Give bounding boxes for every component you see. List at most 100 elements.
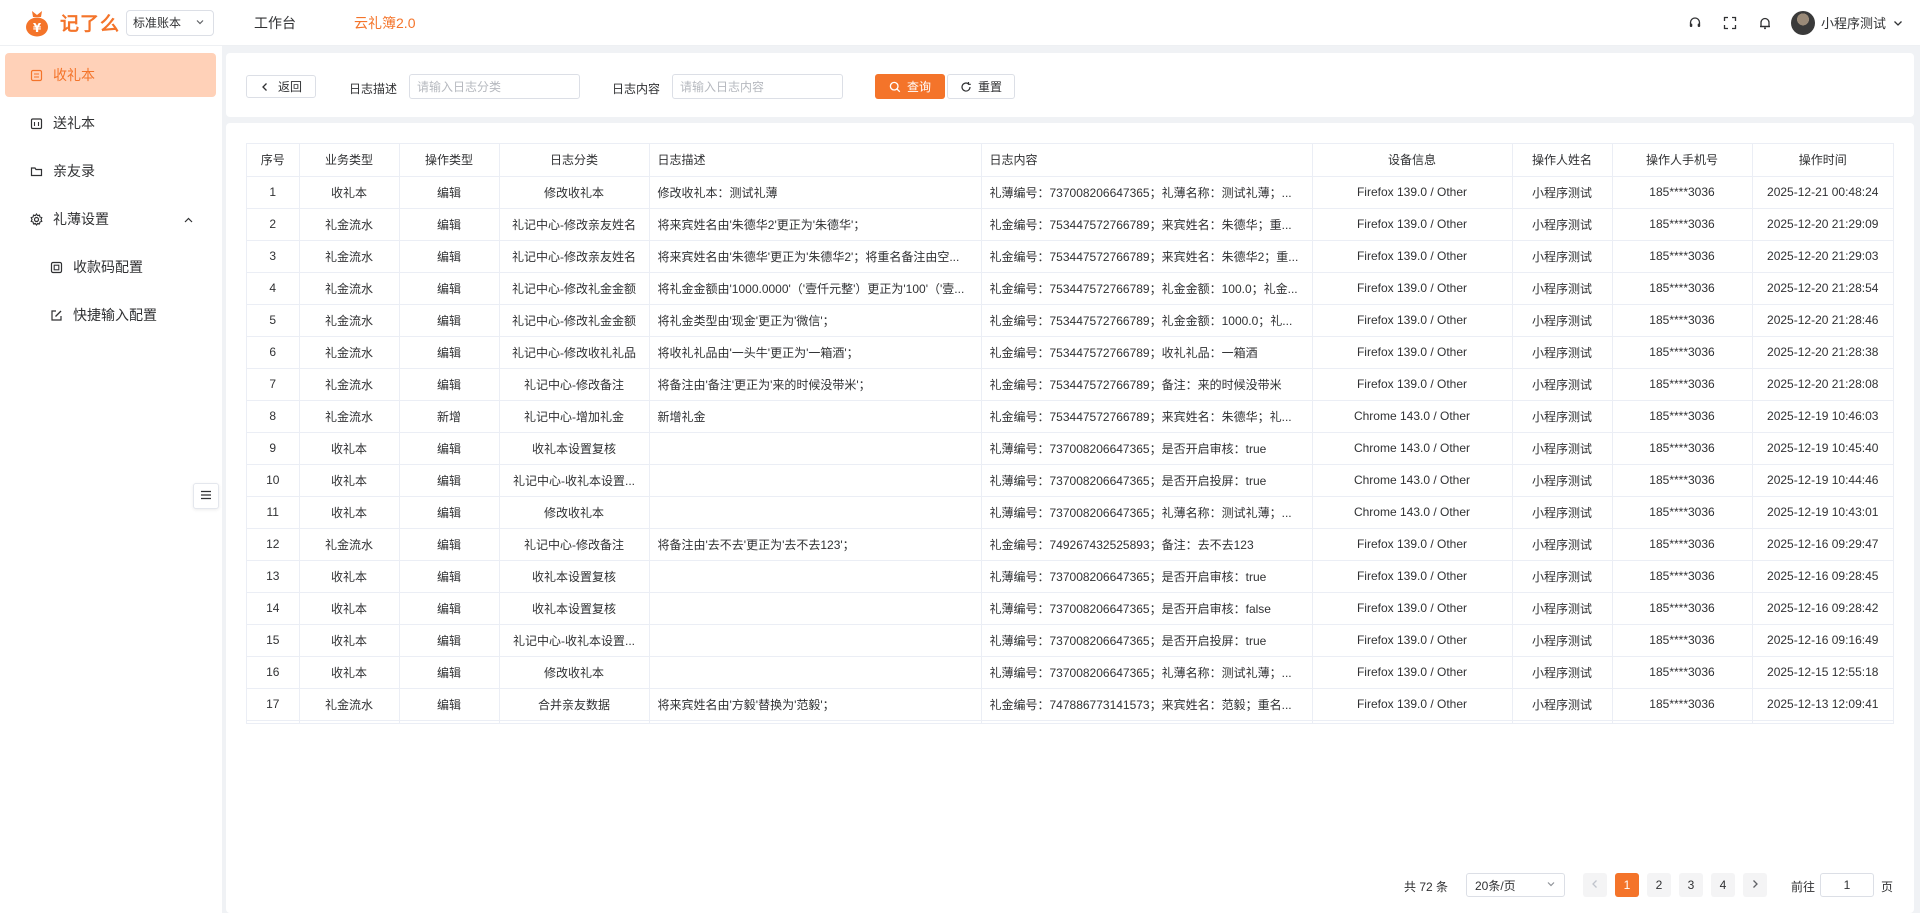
ledger-select[interactable]: 标准账本 [126, 9, 215, 36]
col-business-type-cell: 收礼本 [299, 624, 400, 657]
col-device-cell: Chrome 143.0 / Other [1312, 496, 1513, 529]
col-operator-name-cell: 小程序测试 [1512, 400, 1613, 433]
col-device-cell: Firefox 139.0 / Other [1312, 720, 1513, 723]
col-log-desc-cell [649, 464, 982, 497]
bell-icon[interactable] [1757, 15, 1773, 31]
table-row: 9 收礼本 编辑 收礼本设置复核 礼薄编号：737008206647365；是否开启审核… [247, 432, 1893, 465]
col-op-time-cell: 2025-12-20 21:28:46 [1752, 304, 1893, 337]
col-business-type-cell: 收礼本 [299, 176, 400, 209]
col-log-category-cell: 修改收礼本 [499, 656, 650, 689]
col-log-content-cell: 礼金编号：747886773141573；来宾姓名：范毅；重名... [981, 688, 1313, 721]
col-log-category-cell: 收礼本设置复核 [499, 432, 650, 465]
goto-label: 前往 [1791, 880, 1816, 894]
header-col-device: 设备信息 [1312, 144, 1513, 177]
back-button[interactable]: 返回 [246, 75, 316, 98]
ledger-select-value: 标准账本 [133, 16, 182, 30]
user-name[interactable]: 小程序测试 [1821, 13, 1886, 32]
page-button-2[interactable]: 2 [1647, 873, 1671, 897]
sidebar-item-gift-receive[interactable]: 收礼本 [5, 53, 216, 97]
col-index-cell: 13 [247, 560, 300, 593]
col-op-type-cell: 编辑 [399, 336, 500, 369]
col-operator-phone-cell: 185****3036 [1612, 176, 1753, 209]
chevron-left-icon [260, 82, 270, 92]
table-row: 14 收礼本 编辑 收礼本设置复核 礼薄编号：737008206647365；是否开启审… [247, 592, 1893, 625]
table-row: 5 礼金流水 编辑 礼记中心-修改礼金金额 将礼金类型由'现金'更正为'微信'； 礼金编号… [247, 304, 1893, 337]
col-index-cell: 6 [247, 336, 300, 369]
col-index-cell: 4 [247, 272, 300, 305]
col-index-cell: 14 [247, 592, 300, 625]
col-log-content-cell: 礼薄编号：737008206647365；是否开启投屏：true [981, 464, 1313, 497]
sidebar-item-gift-send[interactable]: 送礼本 [5, 101, 216, 145]
page-button-3[interactable]: 3 [1679, 873, 1703, 897]
col-device-cell: Firefox 139.0 / Other [1312, 240, 1513, 273]
col-operator-name-cell: 小程序测试 [1512, 624, 1613, 657]
header-col-index: 序号 [247, 144, 300, 177]
sidebar-item-ledger-settings[interactable]: 礼薄设置 [5, 197, 216, 241]
headset-icon[interactable] [1687, 15, 1703, 31]
sidebar-item-qrcode-config[interactable]: 收款码配置 [5, 245, 216, 289]
col-log-category-cell: 礼记中心-修改礼金金额 [499, 304, 650, 337]
col-log-desc-cell [649, 432, 982, 465]
page-button-4[interactable]: 4 [1711, 873, 1735, 897]
header-col-log-desc: 日志描述 [649, 144, 982, 177]
svg-text:¥: ¥ [33, 21, 42, 35]
col-log-content-cell: 礼薄编号：737008206647365；是否开启审核：true [981, 560, 1313, 593]
sidebar-item-quick-input-config[interactable]: 快捷输入配置 [5, 293, 216, 337]
next-page-button[interactable] [1743, 873, 1767, 897]
fullscreen-icon[interactable] [1722, 15, 1738, 31]
log-desc-label: 日志描述 [349, 82, 398, 96]
logo-text: 记了么 [60, 14, 121, 35]
col-log-content-cell: 礼金编号：753447572766789；收礼礼品：一箱酒 [981, 336, 1313, 369]
table-row: 2 礼金流水 编辑 礼记中心-修改亲友姓名 将来宾姓名由'朱德华2'更正为'朱德华'；礼… [247, 208, 1893, 241]
col-business-type-cell: 礼金流水 [299, 304, 400, 337]
log-content-input[interactable] [672, 74, 843, 99]
nav-workbench[interactable]: 工作台 [254, 0, 296, 46]
page-size-value: 20条/页 [1475, 878, 1516, 893]
col-operator-name-cell: 小程序测试 [1512, 368, 1613, 401]
col-op-type-cell: 编辑 [399, 496, 500, 529]
col-operator-name-cell: 小程序测试 [1512, 592, 1613, 625]
goto-page-input[interactable] [1820, 873, 1874, 897]
col-log-desc-cell: 将来宾姓名由'方毅'替换为'范毅'； [649, 688, 982, 721]
nav-cloud-ledger[interactable]: 云礼簿2.0 [354, 0, 415, 46]
col-index-cell: 10 [247, 464, 300, 497]
col-device-cell: Chrome 143.0 / Other [1312, 432, 1513, 465]
chevron-down-icon[interactable] [1892, 17, 1904, 29]
col-log-content-cell: 礼薄编号：737008206647365；是否开启投屏：true [981, 624, 1313, 657]
table-row: 7 礼金流水 编辑 礼记中心-修改备注 将备注由'备注'更正为'来的时候没带米'； 礼金编… [247, 368, 1893, 401]
col-log-desc-cell [649, 560, 982, 593]
col-business-type-cell: 收礼本 [299, 560, 400, 593]
col-device-cell: Firefox 139.0 / Other [1312, 560, 1513, 593]
col-operator-phone-cell: 185****3036 [1612, 208, 1753, 241]
sidebar-item-label: 送礼本 [53, 115, 95, 131]
search-panel: 返回 日志描述 日志内容 查询 重置 [226, 53, 1914, 117]
col-log-content-cell: 礼薄编号：737008206647365；礼薄名称：测试礼薄；... [981, 496, 1313, 529]
table-row: 13 收礼本 编辑 收礼本设置复核 礼薄编号：737008206647365；是否开启审… [247, 560, 1893, 593]
logo[interactable]: ¥ 记了么 [22, 8, 120, 38]
page-size-select[interactable]: 20条/页 [1466, 873, 1565, 897]
query-button[interactable]: 查询 [875, 74, 945, 99]
col-op-time-cell: 2025-12-20 21:28:08 [1752, 368, 1893, 401]
table-panel: 序号 业务类型 操作类型 日志分类 日志描述 日志内容 设备信息 操作人姓名 操作人手机号 操作时… [226, 123, 1914, 913]
col-device-cell: Firefox 139.0 / Other [1312, 304, 1513, 337]
sidebar-item-contacts[interactable]: 亲友录 [5, 149, 216, 193]
col-operator-name-cell: 小程序测试 [1512, 656, 1613, 689]
table-row: 6 礼金流水 编辑 礼记中心-修改收礼礼品 将收礼礼品由'一头牛'更正为'一箱酒'； 礼金… [247, 336, 1893, 369]
col-op-time-cell: 2025-12-19 10:43:01 [1752, 496, 1893, 529]
header-col-op-type: 操作类型 [399, 144, 500, 177]
col-device-cell: Firefox 139.0 / Other [1312, 592, 1513, 625]
avatar[interactable] [1790, 10, 1815, 35]
log-desc-input[interactable] [409, 74, 580, 99]
col-log-content-cell: 礼金编号：747886773141573；来宾姓名：方毅；重名... [981, 720, 1313, 723]
col-index-cell: 5 [247, 304, 300, 337]
pagination: 共 72 条 20条/页 1 2 3 4 前往 页 [226, 873, 1914, 897]
col-business-type-cell: 收礼本 [299, 656, 400, 689]
col-operator-name-cell: 小程序测试 [1512, 464, 1613, 497]
page-button-1[interactable]: 1 [1615, 873, 1639, 897]
col-operator-name-cell: 小程序测试 [1512, 560, 1613, 593]
prev-page-button[interactable] [1583, 873, 1607, 897]
reset-button[interactable]: 重置 [947, 74, 1015, 99]
sidebar-collapse-button[interactable] [193, 483, 219, 509]
header-col-op-time: 操作时间 [1752, 144, 1893, 177]
col-log-category-cell: 合并亲友数据 [499, 688, 650, 721]
